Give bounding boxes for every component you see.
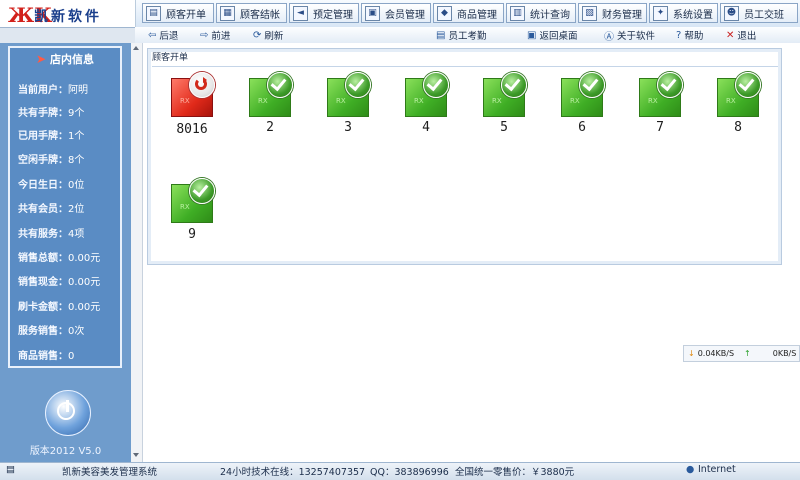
stats-icon: ▥ bbox=[510, 5, 525, 21]
vertical-scrollbar[interactable] bbox=[131, 43, 143, 462]
menu-customer-order-button[interactable]: ▤ 顾客开单 bbox=[142, 3, 214, 23]
menu-finance-button[interactable]: ▧ 财务管理 bbox=[578, 3, 647, 23]
app-logo: ЖK 凯新软件 bbox=[0, 0, 136, 27]
info-row-sales-cash: 销售现金：0.00元 bbox=[18, 277, 101, 288]
finance-icon: ▧ bbox=[582, 5, 597, 21]
store-info-title: ➤ 店内信息 bbox=[35, 52, 95, 66]
check-icon bbox=[501, 72, 527, 98]
in-use-refresh-icon bbox=[189, 72, 215, 98]
close-icon: ✕ bbox=[726, 29, 735, 41]
tag-label: 8016 bbox=[176, 122, 208, 137]
tag-tile[interactable]: RX bbox=[716, 72, 762, 118]
flag-icon: ➤ bbox=[35, 52, 47, 66]
help-icon: ? bbox=[676, 29, 682, 41]
scroll-up-icon[interactable] bbox=[133, 46, 139, 50]
download-speed: 0.04KB/S bbox=[697, 349, 735, 358]
info-icon: Ⓐ bbox=[604, 31, 614, 43]
check-icon bbox=[657, 72, 683, 98]
order-panel bbox=[147, 48, 782, 265]
tag-label: 5 bbox=[500, 120, 508, 135]
tag-label: 7 bbox=[656, 120, 664, 135]
checkout-icon: ▦ bbox=[220, 5, 235, 21]
refresh-icon: ⟳ bbox=[253, 29, 262, 41]
info-row-total-tags: 共有手牌：9个 bbox=[18, 108, 85, 119]
check-icon bbox=[189, 178, 215, 204]
info-row-goods-sales: 商品销售：0 bbox=[18, 351, 75, 362]
clipboard-icon: ▤ bbox=[146, 5, 161, 21]
status-network: Internet bbox=[698, 464, 736, 475]
back-button[interactable]: ⇦ 后退 bbox=[148, 28, 178, 43]
menu-member-button[interactable]: ▣ 会员管理 bbox=[361, 3, 431, 23]
attendance-button[interactable]: ▤ 员工考勤 bbox=[436, 28, 486, 43]
refresh-button[interactable]: ⟳ 刷新 bbox=[253, 28, 283, 43]
speaker-icon: ◄ bbox=[293, 5, 308, 21]
exit-button[interactable]: ✕ 退出 bbox=[726, 28, 756, 43]
tag-tile[interactable]: RX bbox=[170, 178, 216, 224]
info-row-members: 共有会员：2位 bbox=[18, 204, 85, 215]
attendance-icon: ▤ bbox=[436, 29, 446, 41]
desktop-icon: ▣ bbox=[527, 29, 537, 41]
upload-arrow-icon: ↑ bbox=[744, 349, 751, 358]
handover-icon: ☻ bbox=[724, 5, 739, 21]
scroll-down-icon[interactable] bbox=[133, 453, 139, 457]
tag-tile[interactable]: RX bbox=[482, 72, 528, 118]
panel-divider bbox=[152, 66, 778, 67]
status-support-line: 24小时技术在线：13257407357 bbox=[220, 467, 366, 478]
info-row-current-user: 当前用户：阿明 bbox=[18, 85, 88, 96]
tag-label: 3 bbox=[344, 120, 352, 135]
info-row-used-tags: 已用手牌：1个 bbox=[18, 131, 85, 142]
tag-label: 9 bbox=[188, 227, 196, 242]
tag-tile[interactable]: RX bbox=[404, 72, 450, 118]
info-row-free-tags: 空闲手牌：8个 bbox=[18, 155, 85, 166]
info-row-card-amount: 刷卡金额：0.00元 bbox=[18, 302, 101, 313]
check-icon bbox=[579, 72, 605, 98]
check-icon bbox=[423, 72, 449, 98]
upload-speed: 0KB/S bbox=[772, 349, 797, 358]
tag-tile[interactable]: RX bbox=[638, 72, 684, 118]
tag-label: 4 bbox=[422, 120, 430, 135]
network-speed-widget: ↓ 0.04KB/S ↑ 0KB/S bbox=[683, 345, 800, 362]
status-price: 全国统一零售价：￥3880元 bbox=[455, 467, 575, 478]
tag-tile[interactable]: RX bbox=[560, 72, 606, 118]
menu-reservation-button[interactable]: ◄ 预定管理 bbox=[289, 3, 359, 23]
check-icon bbox=[267, 72, 293, 98]
tag-label: 6 bbox=[578, 120, 586, 135]
menu-statistics-button[interactable]: ▥ 统计查询 bbox=[506, 3, 576, 23]
globe-icon: ● bbox=[686, 464, 695, 475]
home-button[interactable]: ▣ 返回桌面 bbox=[527, 28, 577, 43]
tag-tile[interactable]: RX bbox=[248, 72, 294, 118]
about-button[interactable]: Ⓐ 关于软件 bbox=[604, 28, 655, 43]
check-icon bbox=[735, 72, 761, 98]
info-row-services: 共有服务：4项 bbox=[18, 229, 85, 240]
version-label: 版本2012 V5.0 bbox=[29, 446, 102, 457]
status-app-icon: ▤ bbox=[6, 464, 15, 475]
tag-tile[interactable]: RX bbox=[326, 72, 372, 118]
menu-settings-button[interactable]: ✦ 系统设置 bbox=[649, 3, 718, 23]
help-button[interactable]: ? 帮助 bbox=[676, 28, 703, 43]
forward-button[interactable]: ⇨ 前进 bbox=[200, 28, 230, 43]
info-row-birthdays: 今日生日：0位 bbox=[18, 180, 85, 191]
power-button[interactable] bbox=[45, 390, 91, 436]
member-card-icon: ▣ bbox=[365, 5, 380, 21]
tag-label: 8 bbox=[734, 120, 742, 135]
settings-icon: ✦ bbox=[653, 5, 668, 21]
status-app-name: 凯新美容美发管理系统 bbox=[62, 467, 158, 478]
menu-goods-button[interactable]: ◆ 商品管理 bbox=[433, 3, 504, 23]
panel-title: 顾客开单 bbox=[152, 53, 189, 63]
arrow-right-icon: ⇨ bbox=[200, 29, 209, 41]
tag-label: 2 bbox=[266, 120, 274, 135]
check-icon bbox=[345, 72, 371, 98]
info-row-sales-total: 销售总额：0.00元 bbox=[18, 253, 101, 264]
status-qq: QQ：383896996 bbox=[370, 467, 449, 478]
menu-handover-button[interactable]: ☻ 员工交班 bbox=[720, 3, 798, 23]
logo-text: 凯新软件 bbox=[34, 9, 102, 25]
tag-tile[interactable]: RX bbox=[170, 72, 216, 118]
info-row-service-sales: 服务销售：0次 bbox=[18, 326, 85, 337]
arrow-left-icon: ⇦ bbox=[148, 29, 157, 41]
download-arrow-icon: ↓ bbox=[688, 349, 695, 358]
goods-icon: ◆ bbox=[437, 5, 452, 21]
menu-checkout-button[interactable]: ▦ 顾客结帐 bbox=[216, 3, 287, 23]
